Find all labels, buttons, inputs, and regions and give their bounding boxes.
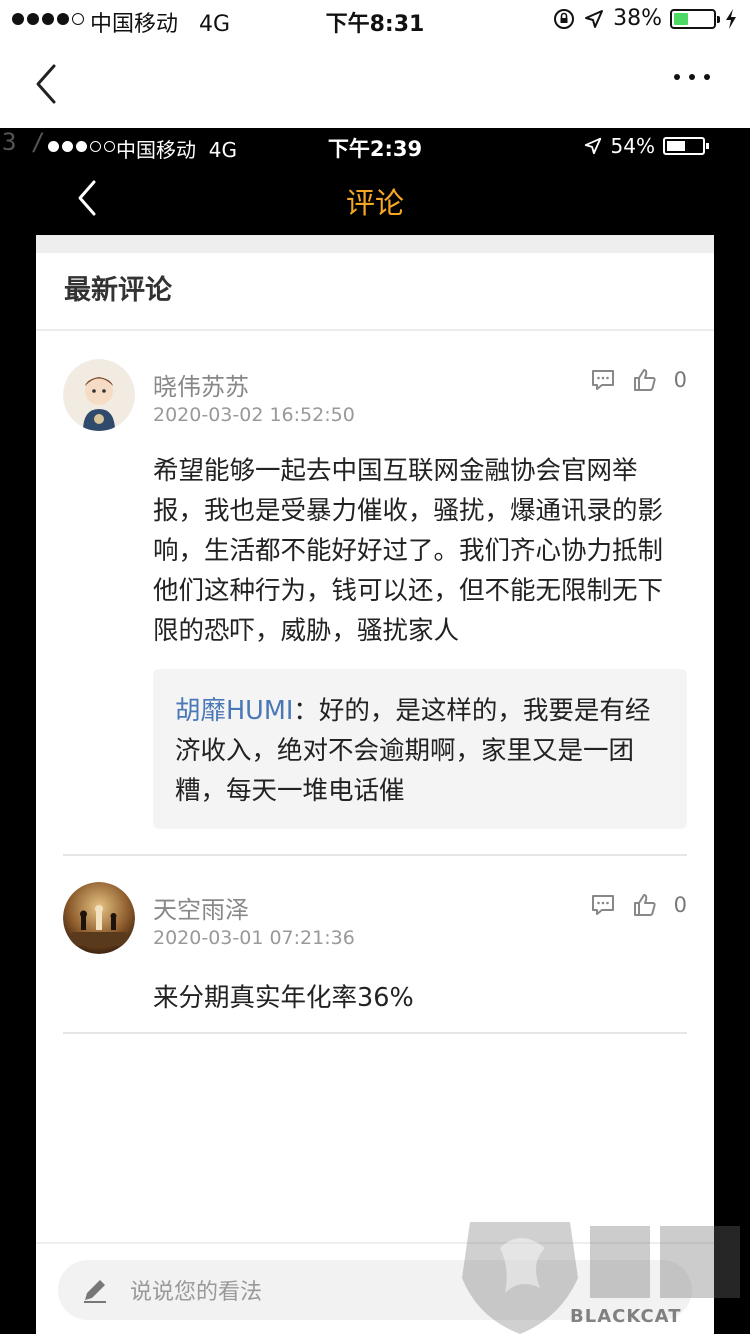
section-title: 最新评论: [36, 253, 714, 331]
page-title: 评论: [345, 186, 404, 220]
inner-battery-icon: [663, 137, 709, 155]
comment-author: 晓伟苏苏: [153, 373, 249, 401]
comment-time: 2020-03-01 07:21:36: [153, 927, 355, 949]
status-right: 38%: [553, 6, 738, 31]
watermark-text: BLACKCAT: [570, 1306, 682, 1327]
comment-icon[interactable]: [590, 367, 616, 393]
comment-body: 来分期真实年化率36%: [153, 983, 414, 1013]
input-placeholder: 说说您的看法: [130, 1280, 263, 1305]
comment-item: 晓伟苏苏 2020-03-02 16:52:50 0 希望能够一起去中国互联网金…: [63, 331, 687, 856]
back-chevron-icon[interactable]: [28, 60, 64, 108]
location-arrow-icon: [585, 9, 604, 28]
charging-bolt-icon: [726, 8, 736, 29]
watermark-logo: BLACKCAT: [460, 1218, 750, 1334]
comment-author: 天空雨泽: [153, 896, 249, 924]
more-dots-icon[interactable]: [674, 74, 710, 80]
battery-icon: [670, 8, 720, 29]
orientation-lock-icon: [554, 8, 575, 29]
reply-box: 胡靡HUMI：好的，是这样的，我要是有经济收入，绝对不会逾期啊，家里又是一团糟，…: [153, 669, 687, 829]
thumbs-up-icon[interactable]: [632, 367, 658, 393]
pencil-icon: [84, 1280, 106, 1303]
embedded-screenshot: 3 / 中国移动 4G 下午2:39 54% 评论 最新评论 晓伟苏苏 2020…: [0, 128, 750, 1334]
avatar[interactable]: [63, 359, 135, 431]
comment-icon[interactable]: [590, 892, 616, 918]
reply-separator: ：: [293, 696, 319, 726]
comments-card: 最新评论 晓伟苏苏 2020-03-02 16:52:50 0 希望能够一起去中…: [36, 235, 714, 1334]
reply-author[interactable]: 胡靡HUMI: [175, 696, 293, 726]
location-arrow-icon: [584, 137, 601, 155]
comment-body: 希望能够一起去中国互联网金融协会官网举报，我也是受暴力催收，骚扰，爆通讯录的影响…: [153, 456, 664, 646]
inner-battery-percent: 54%: [610, 134, 655, 158]
like-count: 0: [673, 368, 687, 392]
avatar[interactable]: [63, 882, 135, 954]
comment-time: 2020-03-02 16:52:50: [153, 404, 355, 426]
inner-status-right: 54%: [583, 134, 709, 158]
comment-item: 天空雨泽 2020-03-01 07:21:36 0 来分期真实年化率36%: [63, 856, 687, 1034]
viewer-nav-bar: [0, 40, 750, 128]
like-count: 0: [673, 893, 687, 917]
status-bar: 中国移动 4G 下午8:31 38%: [0, 0, 750, 40]
thumbs-up-icon[interactable]: [632, 892, 658, 918]
battery-percent: 38%: [613, 6, 662, 31]
